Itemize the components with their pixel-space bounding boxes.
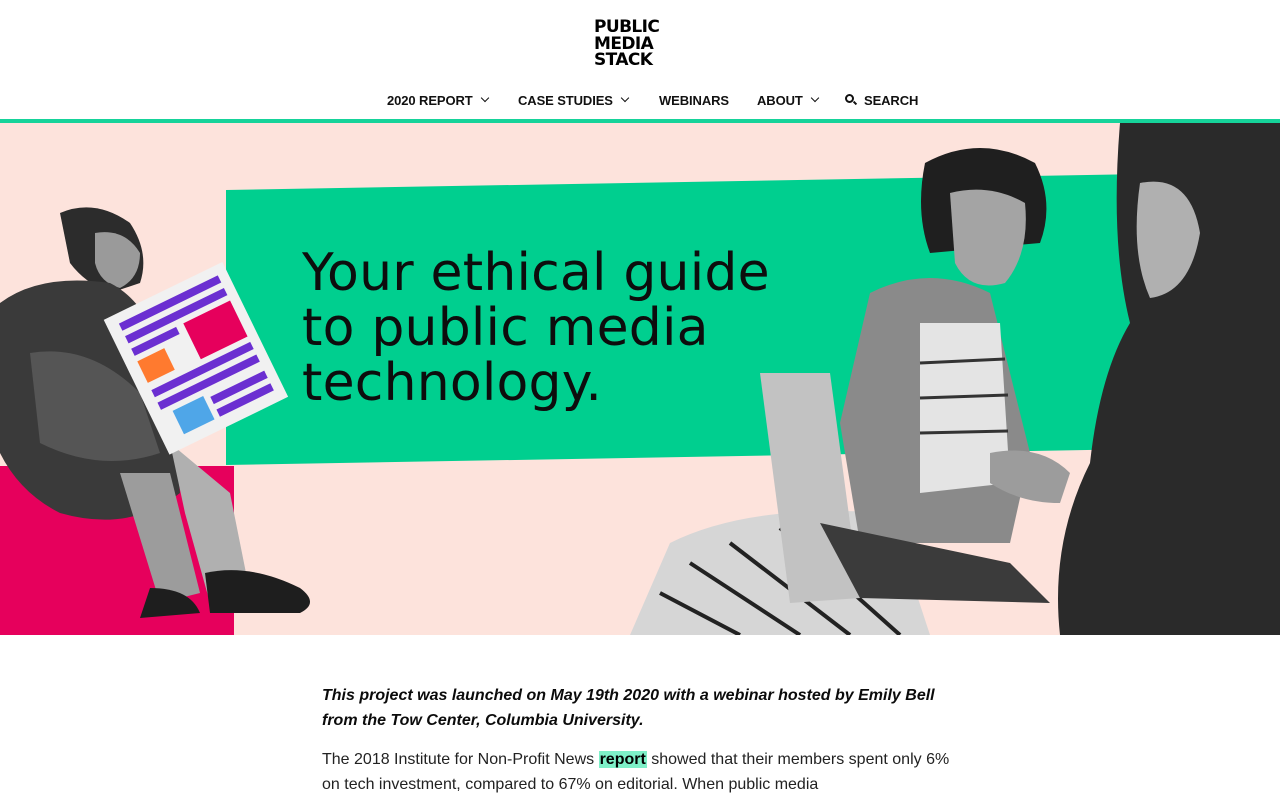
body-paragraph: The 2018 Institute for Non-Profit News r…: [322, 747, 962, 797]
nav-search-button[interactable]: SEARCH: [845, 90, 918, 110]
nav-item-label: WEBINARS: [659, 92, 729, 108]
nav-item-label: CASE STUDIES: [518, 92, 613, 108]
nav-item-webinars[interactable]: WEBINARS: [659, 90, 729, 110]
hero-banner: Your ethical guide to public media techn…: [0, 123, 1280, 635]
logo-line-3: STACK: [594, 50, 653, 70]
site-header: PUBLIC MEDIA STACK 2020 REPORT CASE STUD…: [0, 0, 1280, 124]
nav-item-about[interactable]: ABOUT: [757, 90, 819, 110]
intro-text: This project was launched on May 19th 20…: [322, 687, 935, 729]
report-link[interactable]: report: [598, 751, 647, 768]
main-content: This project was launched on May 19th 20…: [322, 683, 962, 797]
hero-title-line-2: to public media: [302, 298, 709, 358]
hero-title: Your ethical guide to public media techn…: [302, 246, 862, 411]
nav-item-case-studies[interactable]: CASE STUDIES: [518, 90, 630, 110]
nav-item-2020-report[interactable]: 2020 REPORT: [387, 90, 489, 110]
site-logo[interactable]: PUBLIC MEDIA STACK: [594, 19, 668, 69]
paragraph-text-start: The 2018 Institute for Non-Profit News: [322, 751, 599, 768]
chevron-down-icon: [810, 93, 819, 103]
hero-title-line-1: Your ethical guide: [302, 243, 770, 303]
search-icon: [845, 94, 858, 106]
nav-item-label: 2020 REPORT: [387, 92, 473, 108]
main-nav: 2020 REPORT CASE STUDIES WEBINARS ABOUT …: [0, 90, 1280, 112]
search-label: SEARCH: [864, 92, 919, 108]
chevron-down-icon: [620, 93, 630, 103]
hero-title-line-3: technology.: [302, 353, 603, 413]
nav-item-label: ABOUT: [757, 92, 803, 108]
hero-photo-reader: [0, 207, 310, 618]
chevron-down-icon: [480, 93, 489, 103]
